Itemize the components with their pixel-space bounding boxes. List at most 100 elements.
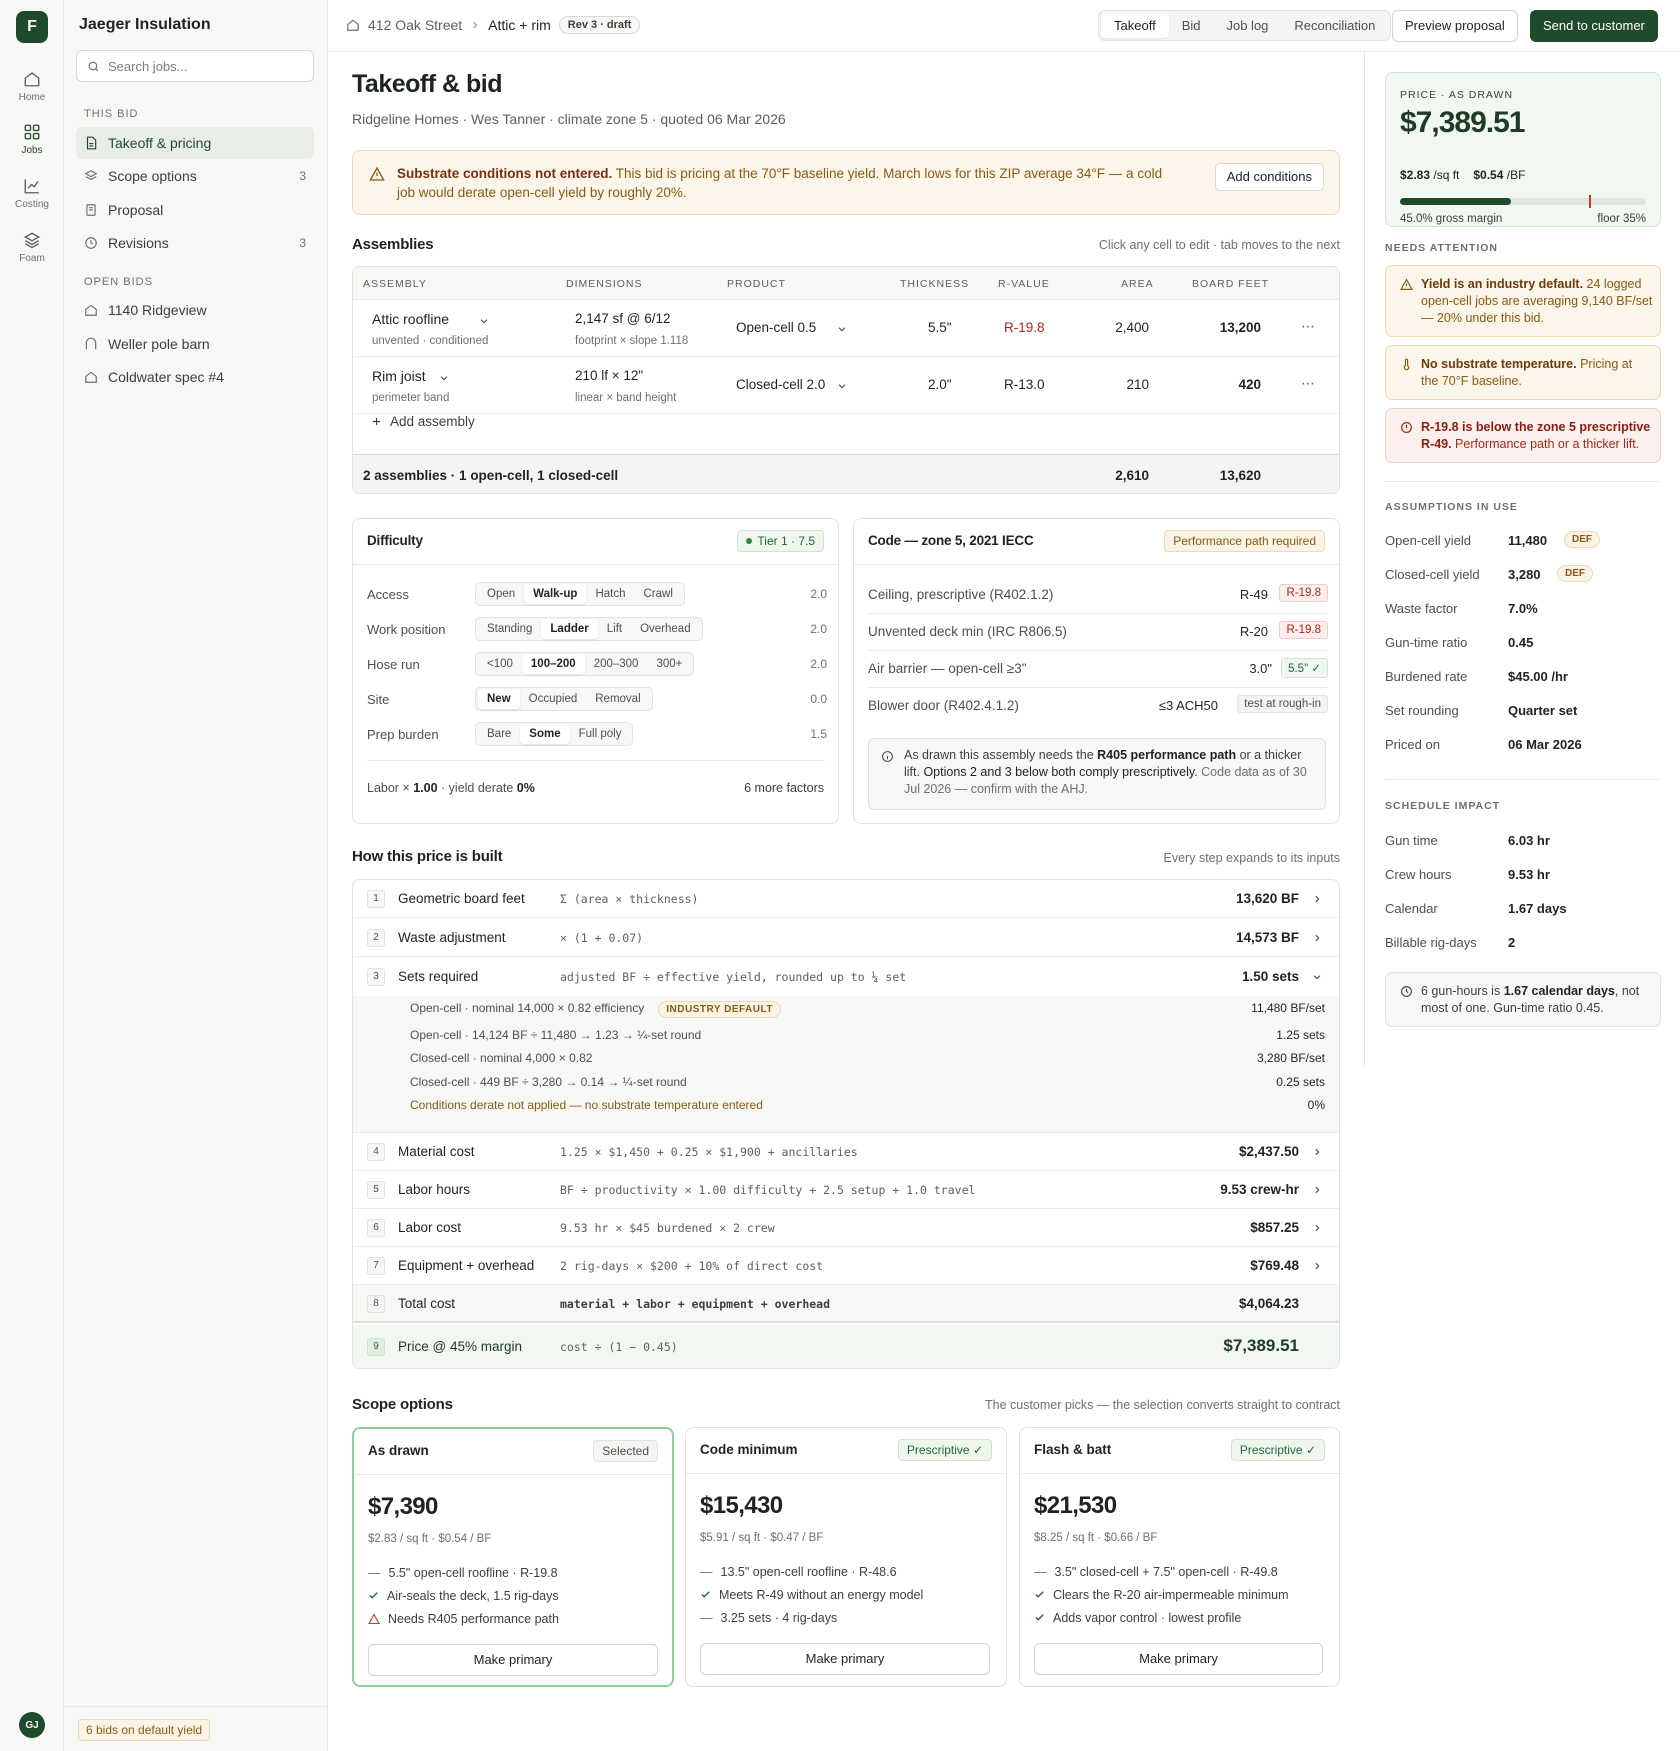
area[interactable]: 210 [1126, 377, 1149, 392]
option[interactable]: Full poly [570, 724, 631, 744]
assumption-row[interactable]: Closed-cell yield 3,280 DEF [1385, 565, 1661, 585]
option-selected[interactable]: 100–200 [521, 654, 585, 674]
assumption-row[interactable]: Open-cell yield 11,480 DEF [1385, 531, 1661, 551]
price-step[interactable]: 6 Labor cost 9.53 hr × $45 burdened × 2 … [353, 1209, 1339, 1247]
add-conditions-button[interactable]: Add conditions [1214, 163, 1324, 191]
assembly-name[interactable]: Rim joist [372, 368, 426, 384]
chevron-right-icon[interactable] [1312, 1261, 1322, 1271]
option[interactable]: Occupied [520, 689, 587, 709]
note-part: Options 2 and 3 below both comply prescr… [923, 765, 1198, 779]
rail-item-foam[interactable]: Foam [0, 231, 64, 264]
scope-option-as-drawn[interactable]: As drawn Selected $7,390 $2.83 / sq ft ·… [352, 1427, 674, 1687]
chevron-down-icon[interactable] [837, 324, 847, 334]
chevron-right-icon[interactable] [1312, 1223, 1322, 1233]
sidebar-item-revisions[interactable]: Revisions 3 [76, 227, 314, 259]
send-to-customer-button[interactable]: Send to customer [1530, 10, 1658, 42]
price-step[interactable]: 4 Material cost 1.25 × $1,450 + 0.25 × $… [353, 1133, 1339, 1171]
breadcrumb-job[interactable]: 412 Oak Street [368, 17, 462, 33]
product-select[interactable]: Open-cell 0.5 [736, 320, 816, 335]
option[interactable]: Hatch [586, 584, 634, 604]
more-icon[interactable]: ⋯ [1301, 318, 1315, 335]
table-footer: 2 assemblies · 1 open-cell, 1 closed-cel… [353, 454, 1339, 493]
chevron-down-icon[interactable] [1312, 972, 1322, 982]
option[interactable]: Removal [586, 689, 649, 709]
factor-label: Access [367, 587, 409, 602]
user-avatar[interactable]: GJ [19, 1712, 45, 1738]
scope-option-flash-batt[interactable]: Flash & batt Prescriptive ✓ $21,530 $8.2… [1019, 1427, 1340, 1687]
chevron-right-icon[interactable] [1312, 1147, 1322, 1157]
chart-icon [24, 179, 39, 194]
option[interactable]: 300+ [647, 654, 691, 674]
thickness[interactable]: 2.0" [928, 377, 952, 392]
attention-substrate-temp[interactable]: No substrate temperature. Pricing at the… [1385, 345, 1661, 400]
assumption-row[interactable]: Burdened rate $45.00 /hr [1385, 667, 1661, 687]
option-unit-price: $2.83 / sq ft · $0.54 / BF [368, 1533, 492, 1545]
app-logo[interactable]: F [16, 11, 48, 43]
chevron-down-icon[interactable] [439, 373, 449, 383]
sidebar-item-scope-options[interactable]: Scope options 3 [76, 160, 314, 192]
more-factors-link[interactable]: 6 more factors [744, 781, 824, 795]
attention-r-value[interactable]: R-19.8 is below the zone 5 prescriptive … [1385, 408, 1661, 463]
chevron-right-icon[interactable] [1312, 933, 1322, 943]
rail-item-home[interactable]: Home [0, 70, 64, 103]
search-box[interactable] [76, 50, 314, 82]
dimensions[interactable]: 2,147 sf @ 6/12 [575, 311, 671, 326]
dimensions[interactable]: 210 lf × 12" [575, 368, 643, 383]
option-selected[interactable]: Walk-up [524, 584, 587, 604]
make-primary-button[interactable]: Make primary [700, 1643, 990, 1675]
table-row[interactable]: Attic roofline unvented · conditioned 2,… [353, 300, 1339, 357]
tab-takeoff[interactable]: Takeoff [1101, 13, 1169, 38]
option[interactable]: Standing [478, 619, 541, 639]
tab-bid[interactable]: Bid [1169, 13, 1214, 38]
price-step[interactable]: 5 Labor hours BF ÷ productivity × 1.00 d… [353, 1171, 1339, 1209]
assumption-row[interactable]: Set rounding Quarter set [1385, 701, 1661, 721]
assembly-name[interactable]: Attic roofline [372, 311, 449, 327]
sidebar-item-open-bid[interactable]: Coldwater spec #4 [76, 361, 314, 393]
option[interactable]: Crawl [634, 584, 681, 604]
option-selected[interactable]: New [478, 689, 520, 709]
step-value: $857.25 [1250, 1220, 1299, 1235]
option[interactable]: <100 [478, 654, 522, 674]
option[interactable]: 200–300 [585, 654, 648, 674]
chevron-right-icon[interactable] [1312, 894, 1322, 904]
more-icon[interactable]: ⋯ [1301, 375, 1315, 392]
thickness[interactable]: 5.5" [928, 320, 952, 335]
option[interactable]: Overhead [631, 619, 700, 639]
area[interactable]: 2,400 [1115, 320, 1149, 335]
sidebar-item-open-bid[interactable]: Weller pole barn [76, 328, 314, 360]
sidebar-item-takeoff[interactable]: Takeoff & pricing [76, 127, 314, 159]
tab-reconciliation[interactable]: Reconciliation [1281, 13, 1388, 38]
rail-item-costing[interactable]: Costing [0, 177, 64, 210]
option-selected[interactable]: Some [520, 724, 570, 744]
price-step[interactable]: 2 Waste adjustment × (1 + 0.07) 14,573 B… [353, 919, 1339, 957]
dash-icon: — [700, 1610, 713, 1625]
attention-yield-default[interactable]: Yield is an industry default. 24 logged … [1385, 265, 1661, 337]
price-step-expanded[interactable]: 3 Sets required adjusted BF ÷ effective … [353, 958, 1339, 996]
chevron-right-icon[interactable] [1312, 1185, 1322, 1195]
search-input[interactable] [108, 58, 298, 74]
scope-option-code-minimum[interactable]: Code minimum Prescriptive ✓ $15,430 $5.9… [685, 1427, 1007, 1687]
rail-item-jobs[interactable]: Jobs [0, 123, 64, 156]
assumption-value: 0.45 [1508, 635, 1534, 650]
option-selected[interactable]: Ladder [541, 619, 598, 639]
chevron-down-icon[interactable] [837, 381, 847, 391]
preview-proposal-button[interactable]: Preview proposal [1392, 10, 1518, 42]
option[interactable]: Bare [478, 724, 520, 744]
price-step[interactable]: 7 Equipment + overhead 2 rig-days × $200… [353, 1247, 1339, 1285]
price-step[interactable]: 1 Geometric board feet Σ (area × thickne… [353, 880, 1339, 918]
option[interactable]: Open [478, 584, 524, 604]
tab-job-log[interactable]: Job log [1213, 13, 1281, 38]
add-assembly-button[interactable]: Add assembly [371, 414, 475, 429]
sidebar-item-open-bid[interactable]: 1140 Ridgeview [76, 294, 314, 326]
make-primary-button[interactable]: Make primary [368, 1644, 658, 1676]
default-yield-chip[interactable]: 6 bids on default yield [78, 1719, 211, 1741]
product-select[interactable]: Closed-cell 2.0 [736, 377, 825, 392]
option[interactable]: Lift [598, 619, 631, 639]
assumption-row[interactable]: Gun-time ratio 0.45 [1385, 633, 1661, 653]
assumption-row[interactable]: Priced on 06 Mar 2026 [1385, 735, 1661, 755]
table-row[interactable]: Rim joist perimeter band 210 lf × 12" li… [353, 357, 1339, 414]
sidebar-item-proposal[interactable]: Proposal [76, 194, 314, 226]
assumption-row[interactable]: Waste factor 7.0% [1385, 599, 1661, 619]
make-primary-button[interactable]: Make primary [1034, 1643, 1323, 1675]
chevron-down-icon[interactable] [479, 316, 489, 326]
